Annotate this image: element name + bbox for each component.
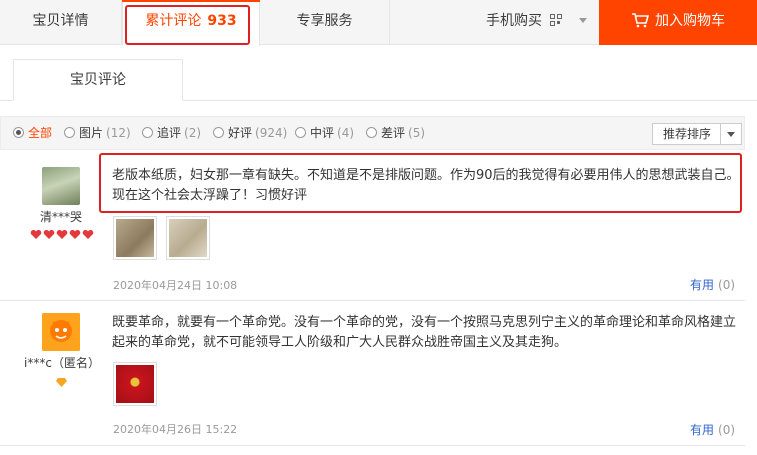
filter-neutral-count: (4) — [337, 126, 355, 140]
useful-count: (0) — [718, 278, 736, 292]
filter-neutral[interactable]: 中评 (4) — [295, 117, 354, 149]
useful-vote[interactable]: 有用 (0) — [690, 421, 735, 438]
chevron-down-icon — [727, 132, 735, 137]
active-tab-indicator — [122, 0, 260, 2]
add-to-cart-button[interactable]: 加入购物车 — [599, 0, 757, 45]
filter-followup-count: (2) — [184, 126, 202, 140]
filter-good-count: (924) — [255, 126, 288, 140]
review-date: 2020年04月24日 10:08 — [113, 279, 238, 292]
highlight-box-reviews-tab — [125, 5, 250, 45]
filter-good[interactable]: 好评 (924) — [213, 117, 287, 149]
reviewer-name: i***c（匿名） — [24, 356, 100, 370]
radio-icon — [213, 127, 224, 138]
tab-product-reviews[interactable]: 宝贝评论 — [13, 59, 183, 101]
filter-bad[interactable]: 差评 (5) — [366, 117, 425, 149]
radio-icon — [64, 127, 75, 138]
top-tab-bar: 宝贝详情 累计评论 933 专享服务 手机购买 加入购物车 — [0, 0, 757, 46]
filter-all[interactable]: 全部 — [13, 117, 52, 149]
review-date: 2020年04月26日 15:22 — [113, 423, 238, 436]
sort-label: 推荐排序 — [663, 127, 712, 141]
tab-product-detail[interactable]: 宝贝详情 — [0, 0, 122, 45]
chevron-down-icon — [578, 18, 587, 23]
avatar[interactable] — [42, 167, 80, 205]
filter-neutral-label: 中评 — [310, 126, 335, 140]
cart-icon — [632, 13, 649, 28]
review-image-thumbnail[interactable] — [113, 216, 157, 260]
highlight-box-review-text — [99, 153, 742, 213]
reviewer-name: 清***哭 — [39, 210, 82, 224]
filter-bad-count: (5) — [408, 126, 426, 140]
filter-followup[interactable]: 追评 (2) — [142, 117, 201, 149]
add-to-cart-label: 加入购物车 — [655, 13, 725, 29]
filter-bad-label: 差评 — [381, 126, 406, 140]
sort-dropdown[interactable]: 推荐排序 — [652, 123, 742, 145]
reviewer-level-diamond-icon — [56, 376, 67, 390]
review-image-thumbnail[interactable] — [166, 216, 210, 260]
filter-pictures[interactable]: 图片 (12) — [64, 117, 131, 149]
useful-link[interactable]: 有用 — [690, 423, 714, 437]
filter-good-label: 好评 — [228, 126, 253, 140]
radio-selected-icon — [13, 127, 24, 138]
useful-vote[interactable]: 有用 (0) — [690, 276, 735, 293]
filter-all-label: 全部 — [28, 126, 53, 140]
avatar[interactable] — [42, 313, 80, 351]
radio-icon — [366, 127, 377, 138]
filter-pictures-count: (12) — [106, 126, 131, 140]
tab-mobile-buy[interactable]: 手机购买 — [460, 0, 600, 45]
qr-code-icon — [550, 14, 563, 26]
review-text: 既要革命，就要有一个革命党。没有一个革命的党，没有一个按照马克思列宁主义的革命理… — [112, 315, 737, 350]
mobile-buy-label: 手机购买 — [486, 13, 542, 29]
filter-followup-label: 追评 — [157, 126, 182, 140]
radio-icon — [142, 127, 153, 138]
filter-pictures-label: 图片 — [79, 126, 104, 140]
tab-service[interactable]: 专享服务 — [260, 0, 390, 45]
radio-icon — [295, 127, 306, 138]
review-divider — [0, 300, 745, 301]
reviewer-level-hearts-icon — [30, 229, 96, 243]
useful-link[interactable]: 有用 — [690, 278, 714, 292]
default-avatar-icon — [42, 313, 80, 351]
review-divider — [0, 445, 745, 446]
useful-count: (0) — [718, 423, 736, 437]
sort-divider — [720, 124, 721, 144]
review-filter-bar: 全部 图片 (12) 追评 (2) 好评 (924) 中评 (4) 差评 (5) 推荐排序 — [0, 116, 745, 150]
review-image-thumbnail[interactable] — [113, 362, 157, 406]
